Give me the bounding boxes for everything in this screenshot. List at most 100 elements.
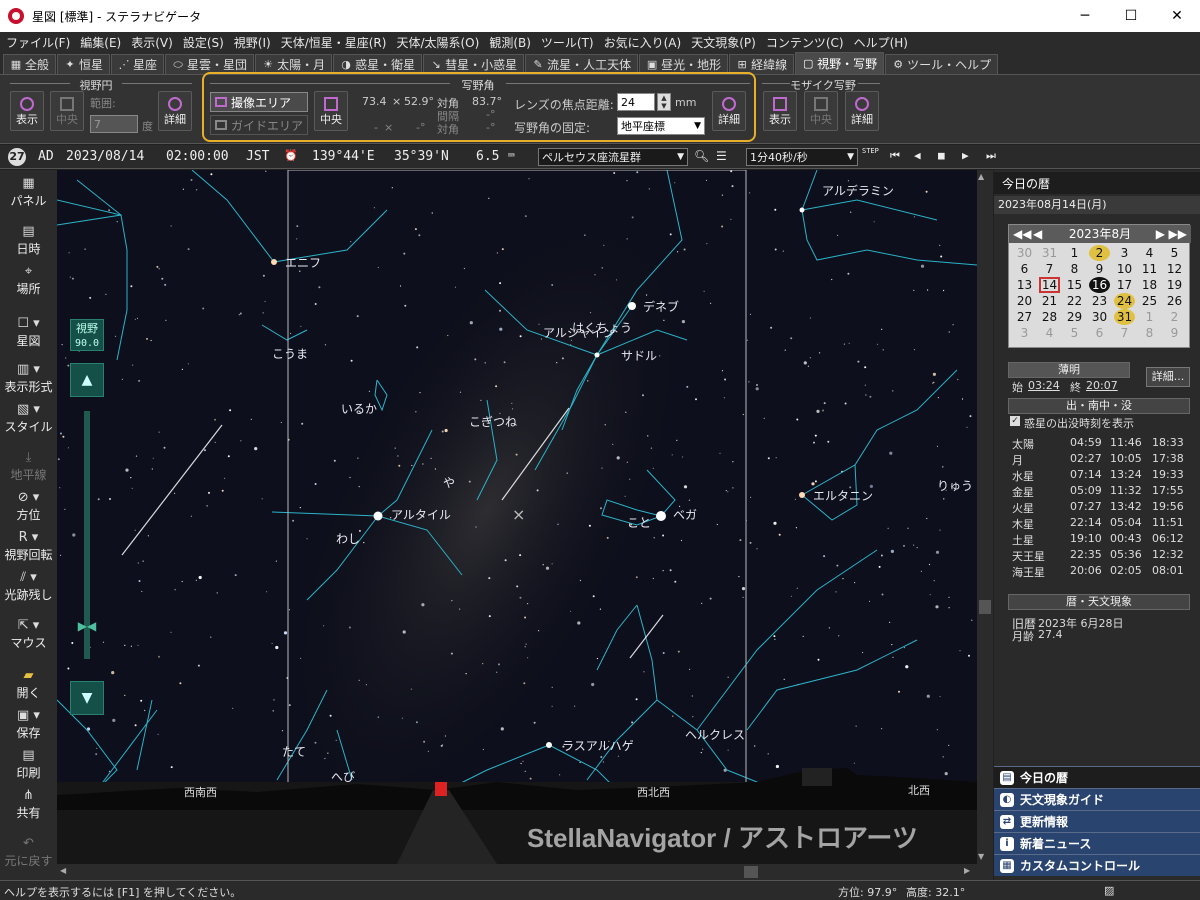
menu-file[interactable]: ファイル(F) <box>6 34 70 51</box>
undo-button[interactable]: ↶ 元に戻す <box>0 836 57 869</box>
scroll-thumb[interactable] <box>744 866 758 878</box>
step-label[interactable]: STEP <box>862 147 879 155</box>
calendar-day[interactable]: 25 <box>1139 293 1160 309</box>
calendar-day[interactable]: 9 <box>1089 261 1110 277</box>
calendar-day[interactable]: 1 <box>1064 245 1085 261</box>
calendar-day[interactable]: 4 <box>1039 325 1060 341</box>
calendar-day[interactable]: 20 <box>1014 293 1035 309</box>
menu-field[interactable]: 視野(I) <box>234 34 271 51</box>
alarm-clock-icon[interactable]: ⏰ <box>284 149 298 162</box>
preset-select[interactable]: ペルセウス座流星群 ▼ <box>538 148 688 166</box>
tab-general[interactable]: ▦ 全般 <box>3 54 57 74</box>
mosaic-center-button[interactable]: 中央 <box>804 91 838 131</box>
mouse-button[interactable]: ⇱ ▾ マウス <box>0 618 57 651</box>
calendar-day[interactable]: 30 <box>1014 245 1035 261</box>
latitude-display[interactable]: 35°39'N <box>394 149 449 164</box>
keyboard-icon[interactable]: ⌨ <box>508 149 515 162</box>
panel-button[interactable]: ▦ パネル <box>0 176 57 209</box>
tab-constellations[interactable]: ⋰ 星座 <box>111 54 165 74</box>
style-button[interactable]: ▧ ▾ スタイル <box>0 402 57 435</box>
next-month-fast-icon[interactable]: ▶▶ <box>1169 225 1187 243</box>
calendar-day[interactable]: 18 <box>1139 277 1160 293</box>
time-step-select[interactable]: 1分40秒/秒 ▼ <box>746 148 858 166</box>
play-icon[interactable]: ▶ <box>962 149 969 162</box>
minimize-button[interactable]: ─ <box>1062 0 1108 32</box>
calendar-day[interactable]: 2 <box>1164 309 1185 325</box>
menu-settings[interactable]: 設定(S) <box>183 34 224 51</box>
menu-view[interactable]: 表示(V) <box>131 34 173 51</box>
play-back-icon[interactable]: ◀ <box>914 149 921 162</box>
close-button[interactable]: ✕ <box>1154 0 1200 32</box>
skip-forward-icon[interactable]: ⏭ <box>986 149 996 163</box>
calendar-day[interactable]: 17 <box>1114 277 1135 293</box>
scroll-down-icon[interactable]: ▼ <box>978 852 984 861</box>
mosaic-detail-button[interactable]: 詳細 <box>845 91 879 131</box>
calendar-day[interactable]: 6 <box>1089 325 1110 341</box>
menu-solar[interactable]: 天体/太陽系(O) <box>396 34 479 51</box>
calendar-day[interactable]: 6 <box>1014 261 1035 277</box>
twilight-detail-button[interactable]: 詳細... <box>1146 367 1190 387</box>
fov-detail-button[interactable]: 詳細 <box>158 91 192 131</box>
skip-back-icon[interactable]: ⏮ <box>890 149 900 163</box>
calendar-day[interactable]: 27 <box>1014 309 1035 325</box>
calendar-day[interactable]: 11 <box>1139 261 1160 277</box>
calendar-day[interactable]: 28 <box>1039 309 1060 325</box>
zoom-in-button[interactable]: ▲ <box>70 363 104 397</box>
nav-custom-control[interactable]: ▦ カスタムコントロール <box>994 854 1200 876</box>
tab-field[interactable]: ▢ 視野・写野 <box>795 52 885 74</box>
calendar-day[interactable]: 9 <box>1164 325 1185 341</box>
calendar-day[interactable]: 8 <box>1139 325 1160 341</box>
zoom-slider-handle[interactable]: ▶◀ <box>70 619 104 635</box>
display-format-button[interactable]: ▥ ▾ 表示形式 <box>0 362 57 395</box>
tab-planets[interactable]: ◑ 惑星・衛星 <box>333 54 423 74</box>
calendar-day[interactable]: 26 <box>1164 293 1185 309</box>
calendar-day[interactable]: 13 <box>1014 277 1035 293</box>
twilight-start[interactable]: 03:24 <box>1028 379 1060 392</box>
menu-phenomena[interactable]: 天文現象(P) <box>691 34 756 51</box>
menu-edit[interactable]: 編集(E) <box>80 34 121 51</box>
scroll-thumb[interactable] <box>979 600 991 614</box>
tab-sun-moon[interactable]: ☀ 太陽・月 <box>255 54 333 74</box>
menu-tools[interactable]: ツール(T) <box>541 34 594 51</box>
calendar-day[interactable]: 31 <box>1039 245 1060 261</box>
sky-svg[interactable]: × アルデラミン エニフ デネブ アルシャイン はくちょう サドル こうま いる… <box>57 170 977 864</box>
stop-icon[interactable]: ■ <box>938 149 945 162</box>
nav-phenomena-guide[interactable]: ◐ 天文現象ガイド <box>994 788 1200 810</box>
horizon-button[interactable]: ⤓ 地平線 <box>0 450 57 483</box>
search-icon[interactable]: 🔍︎ <box>694 149 709 163</box>
datetime-button[interactable]: ▤ 日時 <box>0 224 57 257</box>
save-button[interactable]: ▣ ▾ 保存 <box>0 708 57 741</box>
menu-help[interactable]: ヘルプ(H) <box>854 34 908 51</box>
calendar-day[interactable]: 12 <box>1164 261 1185 277</box>
calendar-day[interactable]: 24 <box>1114 293 1135 309</box>
tab-meteors[interactable]: ✎ 流星・人工天体 <box>525 54 639 74</box>
location-button[interactable]: ⌖ 場所 <box>0 264 57 297</box>
calendar-day[interactable]: 3 <box>1014 325 1035 341</box>
calendar-day[interactable]: 4 <box>1139 245 1160 261</box>
next-month-icon[interactable]: ▶ <box>1156 225 1165 243</box>
scroll-up-icon[interactable]: ▲ <box>978 172 984 181</box>
prev-month-fast-icon[interactable]: ◀◀ <box>1013 225 1031 243</box>
maximize-button[interactable]: ☐ <box>1108 0 1154 32</box>
menu-stars[interactable]: 天体/恒星・星座(R) <box>281 34 387 51</box>
list-icon[interactable]: ☰ <box>716 149 727 163</box>
trail-button[interactable]: ⫽ ▾ 光跡残し <box>0 570 57 603</box>
tab-comets[interactable]: ↘ 彗星・小惑星 <box>423 54 525 74</box>
fov-show-button[interactable]: 表示 <box>10 91 44 131</box>
prev-month-icon[interactable]: ◀ <box>1033 225 1042 243</box>
rotate-button[interactable]: R ▾ 視野回転 <box>0 530 57 563</box>
longitude-display[interactable]: 139°44'E <box>312 149 375 164</box>
tab-landscape[interactable]: ▣ 昼光・地形 <box>639 54 729 74</box>
calendar-day[interactable]: 23 <box>1089 293 1110 309</box>
horizontal-scrollbar[interactable]: ◀ ▶ <box>57 864 977 880</box>
calendar-day[interactable]: 5 <box>1164 245 1185 261</box>
calendar-day[interactable]: 29 <box>1064 309 1085 325</box>
zoom-out-button[interactable]: ▼ <box>70 681 104 715</box>
scroll-right-icon[interactable]: ▶ <box>964 866 970 875</box>
tab-stars[interactable]: ✦ 恒星 <box>57 54 111 74</box>
menu-contents[interactable]: コンテンツ(C) <box>766 34 844 51</box>
calendar-day[interactable]: 19 <box>1164 277 1185 293</box>
scroll-left-icon[interactable]: ◀ <box>60 866 66 875</box>
magnitude-display[interactable]: 6.5 <box>476 149 499 164</box>
calendar-day[interactable]: 14 <box>1039 277 1060 293</box>
